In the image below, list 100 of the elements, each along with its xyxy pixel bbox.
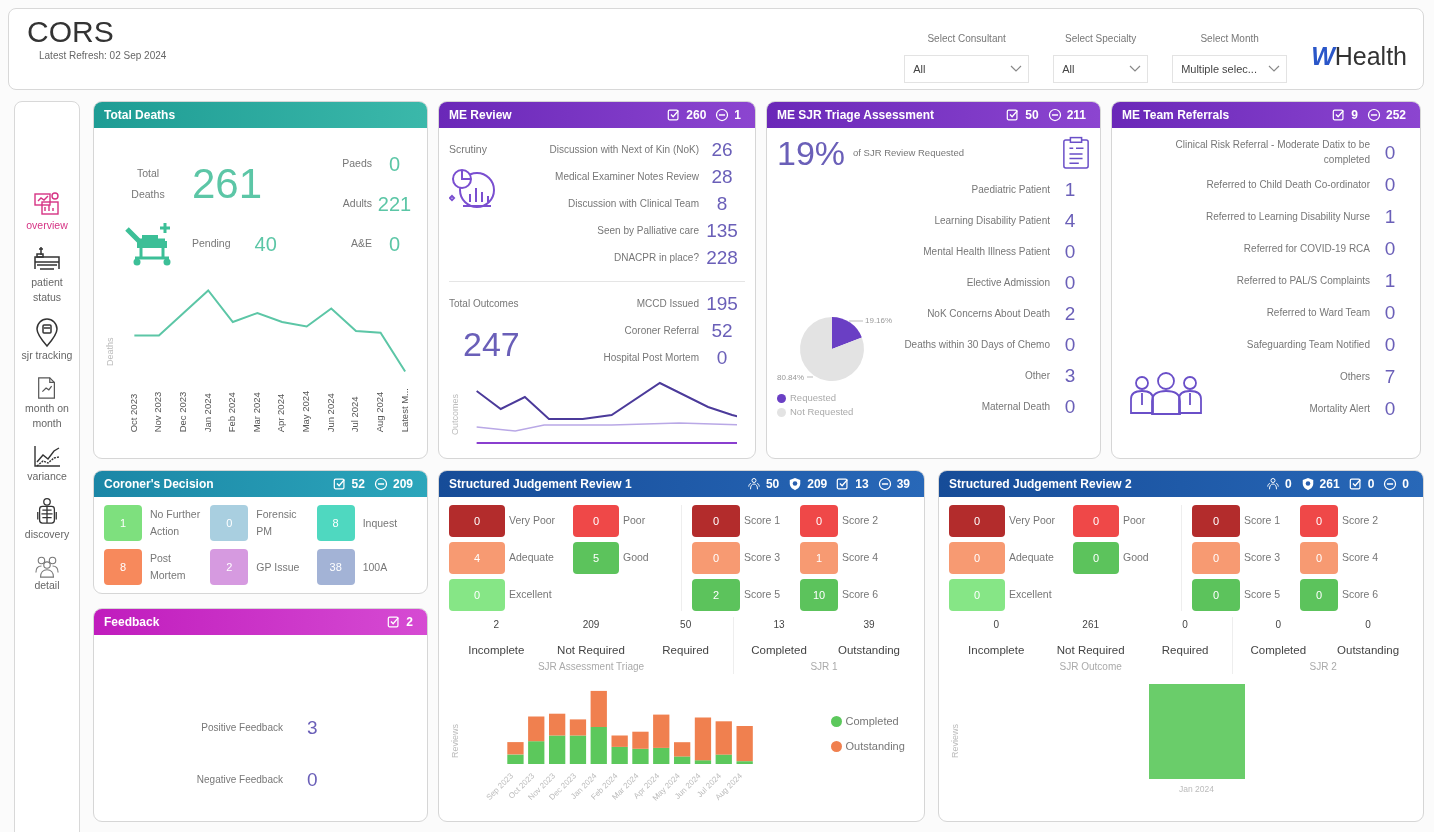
minus-circle-icon [1383,477,1398,491]
metric-value: 1 [1063,180,1077,199]
metric-value: 26 [710,140,734,159]
sidebar-item[interactable]: detail [17,553,77,593]
sidebar-item[interactable]: discovery [17,496,77,542]
sidebar-item[interactable]: overview [17,190,77,234]
axis-title: Reviews [949,723,961,758]
bar-segment [548,735,565,765]
referral-label: Clinical Risk Referral - Moderate Datix to be completed [1174,138,1370,167]
stat-count: 209 [807,476,828,493]
bar-segment [527,741,544,765]
metric-value: 28 [710,167,734,186]
axis-label: Oct 2023 [126,392,140,433]
legend-label: Not Requested [790,405,854,420]
total-deaths-label: Total Deaths [130,166,166,202]
metric-label: Mental Health Illness Patient [922,245,1050,259]
refresh-date: Latest Refresh: 02 Sep 2024 [39,49,167,63]
percent-value: 19% [777,136,846,170]
score-label: Score 5 [744,587,782,603]
shield-icon [788,477,803,491]
score-label: Score 6 [1342,587,1380,603]
metric-label: Maternal Death [980,400,1050,414]
sidebar-item[interactable]: variance [17,443,77,485]
score-tile: 0 [949,505,1005,537]
checked-box-icon [332,477,347,491]
outcomes-total: 247 [462,327,521,361]
metric-value: 2 [1063,304,1077,323]
legend-label: Outstanding [845,738,905,754]
body-scan-icon [35,496,59,527]
leader-line [848,320,864,322]
metric-value: 3 [1063,366,1077,385]
stat-count: 9 [1351,107,1358,124]
referral-value: 0 [1383,142,1397,162]
bar-segment [631,731,649,750]
stat-count: 52 [351,476,365,493]
bar-segment [611,747,628,765]
metric-value: 52 [710,321,734,340]
decision-label: GP Issue [256,559,301,575]
metric-label: Medical Examiner Notes Review [554,170,699,184]
stat-label: Not Required [1055,643,1126,658]
sidebar-item[interactable]: sjr tracking [17,317,77,363]
metric-label: Deaths within 30 Days of Chemo [903,338,1050,352]
score-label: Good [623,550,650,566]
axis-label: May 2024 [299,389,313,433]
stat-value: 39 [862,618,876,632]
score-tile: 0 [449,505,505,537]
decision-label: 100A [362,559,389,575]
referral-label: Referred to Ward Team [1266,305,1370,320]
stat-label: Outstanding [837,643,901,658]
score-label: Score 4 [1342,550,1380,566]
bar-segment [590,691,607,728]
stat-value: 209 [581,618,601,632]
stat-label: Incomplete [967,643,1026,658]
score-label: Score 3 [1244,550,1282,566]
filter-label: Select Specialty [1064,32,1138,46]
filter-label: Select Consultant [926,32,1007,46]
section-label: Scrutiny [449,141,488,157]
breakdown-label: Adults [341,196,372,212]
score-tile: 0 [1300,505,1338,537]
decision-label: No Further Action [150,507,202,539]
axis-label: Apr 2024 [274,392,288,433]
minus-circle-icon [1047,108,1062,122]
group-caption: SJR Assessment Triage [536,660,646,675]
score-tile: 0 [1192,542,1240,574]
dropdown[interactable]: Multiple selec... [1172,55,1288,83]
stat-count: 50 [1025,107,1039,124]
score-label: Adequate [1009,550,1055,566]
chevron-down-icon [1268,65,1281,73]
breakdown-value: 0 [387,232,402,257]
panel-title: ME Team Referrals [1122,107,1230,124]
score-label: Poor [1123,513,1147,529]
decision-tile: 8 [316,505,355,541]
score-label: Excellent [509,587,553,603]
pending-value: 40 [254,232,277,257]
score-tile: 0 [949,542,1005,574]
score-tile: 0 [573,505,619,537]
panel-title: Total Deaths [104,107,176,124]
decision-tile: 38 [316,549,355,585]
brand-logo: WHealth [1311,41,1407,73]
metric-label: Discussion with Clinical Team [567,197,699,211]
dropdown[interactable]: All [904,55,1030,83]
feedback-label: Positive Feedback [200,720,284,735]
app-title: CORS [27,15,115,48]
metric-value: 0 [715,348,729,367]
bar-segment [527,716,544,742]
referral-label: Safeguarding Team Notified [1246,337,1370,352]
stat-count: 0 [1284,476,1292,493]
decision-tile: 0 [210,505,249,541]
stat-value: 261 [1081,618,1101,632]
metric-label: Other [1024,369,1050,383]
axis-label: Jan 2024 [1179,783,1214,797]
referral-label: Referred to Child Death Co-ordinator [1206,177,1370,192]
sidebar-item[interactable]: month on month [17,374,77,432]
chevron-down-icon [1129,65,1142,73]
sidebar-item[interactable]: patient status [17,245,77,306]
metric-value: 0 [1063,273,1077,292]
data-label: 19.16% [865,316,893,325]
metric-label: Discussion with Next of Kin (NoK) [548,143,699,157]
score-tile: 0 [449,579,505,611]
dropdown[interactable]: All [1053,55,1149,83]
